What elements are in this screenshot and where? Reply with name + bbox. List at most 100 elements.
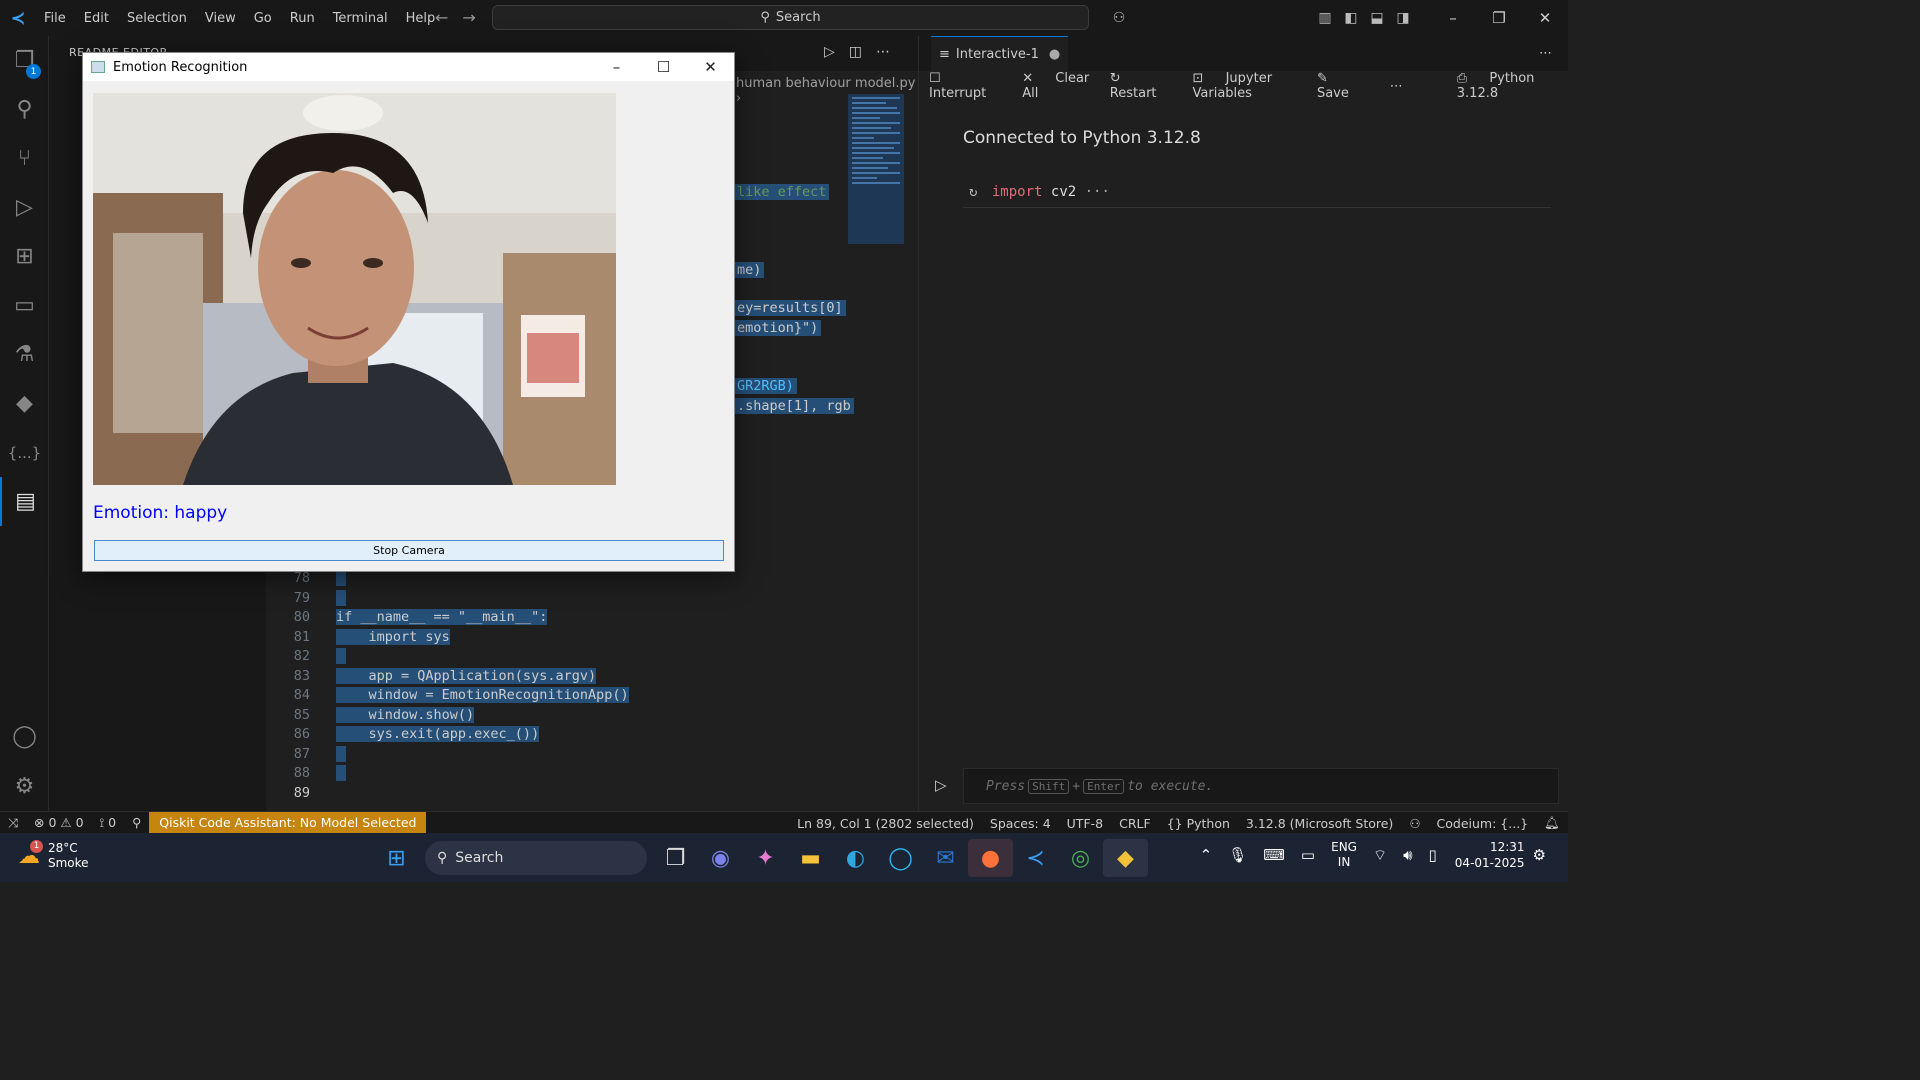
interactive-cell[interactable]: ↻ import cv2 ··· — [963, 184, 1551, 208]
run-debug-icon[interactable]: ▷ — [0, 183, 49, 232]
interrupt-button[interactable]: ☐ Interrupt — [929, 71, 1004, 101]
notifications-bell-icon[interactable]: 🔔︎ — [1544, 815, 1560, 831]
menu-file[interactable]: File — [44, 11, 66, 26]
minimize-icon[interactable]: – — [593, 53, 640, 81]
tab-interactive[interactable]: ≡ Interactive-1 ● — [931, 36, 1069, 71]
battery-icon[interactable]: ▯ — [1429, 846, 1437, 864]
code-text: window.show() — [336, 707, 475, 723]
vscode-taskbar-icon[interactable]: ≺ — [1013, 839, 1058, 877]
clear-all-button[interactable]: ✕ Clear All — [1022, 71, 1092, 101]
volume-icon[interactable]: 🔊︎ — [1403, 846, 1412, 864]
jupyter-variables-button[interactable]: ⊡ Jupyter Variables — [1193, 71, 1299, 101]
stop-camera-button[interactable]: Stop Camera — [94, 540, 724, 561]
menu-selection[interactable]: Selection — [127, 11, 187, 26]
customize-layout-icon[interactable]: ▥ — [1312, 10, 1338, 26]
kernel-picker[interactable]: ⎙ Python 3.12.8 — [1457, 71, 1550, 101]
language-indicator[interactable]: ENG IN — [1331, 840, 1357, 870]
taskbar-search[interactable]: ⚲ Search — [425, 841, 647, 875]
minimap[interactable] — [848, 94, 904, 244]
ports-indicator[interactable]: ⟟ 0 — [100, 815, 117, 831]
chevron-up-icon[interactable]: ⌃ — [1200, 846, 1213, 864]
teams-icon[interactable]: ◉ — [698, 839, 743, 877]
display-icon[interactable]: ▭ — [1301, 846, 1315, 864]
source-control-icon[interactable]: ⑂ — [0, 134, 49, 183]
menu-view[interactable]: View — [205, 11, 236, 26]
menu-go[interactable]: Go — [254, 11, 272, 26]
chrome-icon[interactable]: ◎ — [1058, 839, 1103, 877]
minimize-icon[interactable]: – — [1430, 9, 1476, 27]
close-icon[interactable]: ✕ — [687, 53, 734, 81]
accounts-icon[interactable]: ◯ — [0, 712, 49, 761]
window-title-bar[interactable]: Emotion Recognition – ☐ ✕ — [83, 53, 734, 81]
start-icon[interactable]: ⊞ — [374, 839, 419, 877]
cortana-icon[interactable]: ◯ — [878, 839, 923, 877]
keyboard-icon[interactable]: ⌨ — [1263, 846, 1285, 864]
language-mode[interactable]: {} Python — [1167, 816, 1230, 831]
toggle-panel-icon[interactable]: ⬓ — [1364, 10, 1390, 26]
codeium-status[interactable]: Codeium: {...} — [1437, 816, 1529, 831]
maximize-icon[interactable]: ☐ — [640, 53, 687, 81]
weather-condition: Smoke — [48, 856, 89, 870]
remote-explorer-icon[interactable]: ▭ — [0, 281, 49, 330]
execute-icon[interactable]: ▷ — [935, 776, 947, 794]
weather-widget[interactable]: ☁ 1 28°C Smoke — [18, 839, 89, 871]
testing-icon[interactable]: ⚗ — [0, 330, 49, 379]
more-toolbar-icon[interactable]: ⋯ — [1390, 79, 1403, 94]
emotion-label: Emotion: happy — [93, 503, 228, 523]
qiskit-assistant-status[interactable]: Qiskit Code Assistant: No Model Selected — [149, 811, 427, 834]
wifi-icon[interactable]: ⌔ — [1373, 846, 1387, 865]
line-ending[interactable]: CRLF — [1119, 816, 1151, 831]
forward-arrow-icon[interactable]: → — [462, 8, 489, 27]
copilot-status-icon[interactable]: ⚇ — [1409, 816, 1420, 831]
title-bar-controls: ⚇ ▥ ◧ ⬓ ◨ – ❐ ✕ — [1106, 0, 1568, 36]
microphone-icon[interactable]: 🎙︎ — [1228, 846, 1247, 864]
cursor-position[interactable]: Ln 89, Col 1 (2802 selected) — [797, 816, 974, 831]
menu-edit[interactable]: Edit — [84, 11, 109, 26]
back-arrow-icon[interactable]: ← — [435, 8, 462, 27]
menu-run[interactable]: Run — [290, 11, 315, 26]
app-window-icon — [91, 61, 105, 73]
code-text: window = EmotionRecognitionApp() — [336, 687, 629, 703]
cell-status-icon: ↻ — [969, 184, 978, 200]
windows-taskbar: ☁ 1 28°C Smoke ⊞ ⚲ Search ❐ ◉ ✦ ▬ ◐ ◯ ✉ ● ≺… — [0, 833, 1568, 882]
encoding[interactable]: UTF-8 — [1067, 816, 1103, 831]
settings-gear-icon[interactable]: ⚙ — [0, 762, 49, 811]
camera-feed — [93, 93, 616, 485]
extensions-icon[interactable]: ⊞ — [0, 232, 49, 281]
code-line: 86 sys.exit(app.exec_()) — [293, 726, 540, 742]
split-editor-icon[interactable]: ◫ — [849, 44, 876, 60]
code-line: 81 import sys — [293, 629, 450, 645]
toggle-sidebar-icon[interactable]: ◧ — [1338, 10, 1364, 26]
clock[interactable]: 12:31 04-01-2025 — [1455, 839, 1525, 871]
firefox-icon[interactable]: ● — [968, 839, 1013, 877]
close-icon[interactable]: ✕ — [1522, 9, 1568, 27]
edge-icon[interactable]: ◐ — [833, 839, 878, 877]
notification-icon[interactable]: ⚙ — [1533, 846, 1546, 864]
save-button[interactable]: ✎ Save — [1317, 71, 1372, 101]
more-actions-icon[interactable]: ⋯ — [876, 44, 904, 60]
explorer-icon[interactable]: ❐ 1 — [0, 36, 49, 85]
more-actions-icon[interactable]: ⋯ — [1539, 46, 1552, 61]
restart-button[interactable]: ↻ Restart — [1110, 71, 1175, 101]
chat-icon[interactable]: ⚲ — [132, 815, 141, 830]
file-explorer-icon[interactable]: ▬ — [788, 839, 833, 877]
copilot-icon[interactable]: ⚇ — [1106, 10, 1132, 26]
restore-icon[interactable]: ❐ — [1476, 9, 1522, 27]
python-interpreter[interactable]: 3.12.8 (Microsoft Store) — [1246, 816, 1393, 831]
json-icon[interactable]: {...} — [0, 428, 49, 477]
command-center-search[interactable]: ⚲ Search — [492, 5, 1089, 30]
indentation[interactable]: Spaces: 4 — [990, 816, 1051, 831]
copilot-taskbar-icon[interactable]: ✦ — [743, 839, 788, 877]
menu-terminal[interactable]: Terminal — [333, 11, 388, 26]
outlook-icon[interactable]: ✉ — [923, 839, 968, 877]
search-activity-icon[interactable]: ⚲ — [0, 85, 49, 134]
python-icon[interactable]: ◆ — [0, 379, 49, 428]
interactive-input[interactable]: Press Shift + Enter to execute. — [963, 768, 1559, 804]
menu-help[interactable]: Help — [406, 11, 436, 26]
python-app-icon[interactable]: ◆ — [1103, 839, 1148, 877]
toggle-secondary-sidebar-icon[interactable]: ◨ — [1390, 10, 1416, 26]
readme-editor-icon[interactable]: ▤ — [0, 477, 49, 526]
remote-icon[interactable]: ⤨ — [8, 815, 18, 831]
task-view-icon[interactable]: ❐ — [653, 839, 698, 877]
problems-indicator[interactable]: ⊗ 0 ⚠ 0 — [34, 815, 84, 830]
